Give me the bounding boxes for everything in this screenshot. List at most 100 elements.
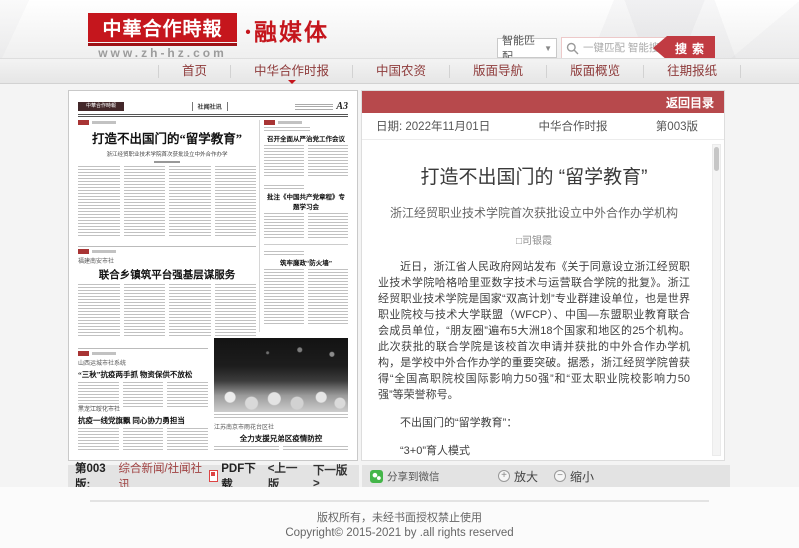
- thumb-bottom2-headline: 抗疫一线党旗飘 同心协力勇担当: [78, 415, 208, 426]
- paper-section-label: 社闻社讯: [192, 102, 228, 111]
- nav-item-past-issues[interactable]: 往期报纸: [644, 65, 741, 78]
- thumb-bottom2-kicker: 黑龙江绥化市社: [78, 404, 208, 413]
- pdf-icon: [209, 470, 218, 482]
- article-byline: □司银霞: [378, 232, 690, 247]
- copyright-notice-en: Copyright© 2015-2021 by .all rights rese…: [0, 527, 799, 539]
- article-body: 打造不出国门的 “留学教育” 浙江经贸职业技术学院首次获批设立中外合作办学机构 …: [362, 140, 724, 460]
- article-paragraph: 近日，浙江省人民政府网站发布《关于同意设立浙江经贸职业技术学院哈格哈里亚数字技术…: [378, 259, 690, 403]
- article-scrollbar[interactable]: [712, 144, 721, 456]
- thumb-lead-subtitle: 浙江经贸职业技术学院首次获批设立中外合作办学: [78, 150, 256, 158]
- sim-kicker: [264, 251, 304, 255]
- thumb-article-photo[interactable]: 江苏南京市雨花台区社 全力支援兄弟区疫情防控: [214, 421, 348, 451]
- thumb-right-headline-1[interactable]: 召开全面从严治党工作会议: [264, 133, 348, 143]
- thumb-article-lead[interactable]: 打造不出国门的“留学教育” 浙江经贸职业技术学院首次获批设立中外合作办学: [78, 120, 256, 236]
- tag-row: [264, 120, 348, 125]
- thumb-lead-headline: 打造不出国门的“留学教育”: [78, 128, 256, 147]
- sim-text-columns: [264, 269, 348, 325]
- sim-text-columns: [78, 166, 256, 236]
- search-button-label: 搜索: [675, 40, 709, 57]
- share-label: 分享到微信: [387, 469, 440, 484]
- issue-date: 日期: 2022年11月01日: [376, 118, 490, 134]
- active-tab-triangle-icon: [288, 80, 296, 88]
- column-divider: [259, 120, 260, 332]
- chevron-down-icon: ▼: [544, 44, 552, 53]
- search-input[interactable]: [583, 42, 664, 54]
- thumb-mid-kicker: 福建南安市社: [78, 256, 256, 265]
- search-icon: [566, 42, 579, 55]
- thumb-photo-caption: [214, 414, 348, 418]
- zoom-out-label: 缩小: [570, 468, 594, 485]
- thumb-bottom1-headline: “三秋”抗疫两手抓 物资保供不放松: [78, 369, 208, 380]
- scrollbar-thumb[interactable]: [714, 147, 719, 171]
- next-page-button[interactable]: 下一版 >: [313, 462, 352, 490]
- sim-kicker: [264, 185, 304, 189]
- site-logo-text: 中華合作時報: [102, 14, 222, 41]
- sim-text-columns: [78, 428, 208, 450]
- article-paragraph: “3+0”育人模式: [378, 443, 690, 459]
- sim-text-columns: [264, 213, 348, 239]
- app-root: 中華合作時報 ·融媒体 www.zh-hz.com 智能匹配 ▼ 搜索 首页: [0, 0, 799, 548]
- tag-row: [78, 249, 256, 254]
- nav-item-zgnz[interactable]: 中国农资: [353, 65, 450, 78]
- search-input-wrap: [561, 37, 669, 58]
- paper-masthead-logo: 中華合作時報: [78, 102, 124, 111]
- newspaper-page-thumbnail[interactable]: 中華合作時報 社闻社讯 A3 打造不出国门的“留学教育” 浙江经贸职业技术学院首…: [68, 90, 358, 461]
- site-logo-suffix: ·融媒体: [244, 13, 329, 47]
- back-to-toc-button[interactable]: 返回目录: [666, 94, 714, 111]
- thumb-lead-byline: [154, 161, 180, 163]
- paper-masthead: 中華合作時報 社闻社讯 A3: [78, 100, 348, 113]
- copyright-notice-cn: 版权所有，未经书面授权禁止使用: [0, 509, 799, 525]
- paper-page-badge: A3: [336, 101, 348, 112]
- zoom-out-button[interactable]: − 缩小: [554, 468, 594, 485]
- site-footer: 版权所有，未经书面授权禁止使用 Copyright© 2015-2021 by …: [0, 487, 799, 548]
- site-url: www.zh-hz.com: [88, 46, 237, 58]
- reader-top-bar: 返回目录: [362, 91, 724, 113]
- reader-meta-row: 日期: 2022年11月01日 中华合作时报 第003版: [362, 113, 724, 140]
- zoom-in-label: 放大: [514, 468, 538, 485]
- thumb-article-bottom2[interactable]: 黑龙江绥化市社 抗疫一线党旗飘 同心协力勇担当: [78, 403, 208, 450]
- article-reader-panel: 返回目录 日期: 2022年11月01日 中华合作时报 第003版 打造不出国门…: [361, 90, 725, 461]
- plus-circle-icon: +: [498, 470, 510, 482]
- sim-text-columns: [214, 446, 348, 451]
- article-subtitle: 浙江经贸职业技术学院首次获批设立中外合作办学机构: [378, 204, 690, 221]
- site-logo: 中華合作時報: [88, 13, 237, 42]
- wechat-icon: [370, 470, 383, 483]
- thumb-photo-kicker: 江苏南京市雨花台区社: [214, 422, 348, 431]
- tag-row: [78, 351, 208, 356]
- thumb-bottom1-kicker: 山西运城市社系统: [78, 358, 208, 367]
- main-nav: 首页 中华合作时报 中国农资 版面导航 版面概览 往期报纸: [0, 58, 799, 84]
- article-title: 打造不出国门的 “留学教育”: [378, 162, 690, 189]
- thumb-article-bottom1[interactable]: 山西运城市社系统 “三秋”抗疫两手抓 物资保供不放松: [78, 348, 208, 408]
- sim-kicker: [264, 127, 310, 131]
- search-mode-select[interactable]: 智能匹配 ▼: [497, 38, 557, 58]
- page-number: 第003版: [656, 118, 698, 134]
- thumb-right-column: 召开全面从严治党工作会议 批注《中国共产党章程》专题学习会 筑牢廉政“防火墙”: [264, 120, 348, 325]
- thumb-news-photo[interactable]: [214, 338, 348, 412]
- nav-item-page-nav[interactable]: 版面导航: [450, 65, 547, 78]
- thumb-right-headline-2[interactable]: 批注《中国共产党章程》专题学习会: [264, 191, 348, 211]
- search-mode-label: 智能匹配: [502, 32, 544, 58]
- zoom-controls: + 放大 − 缩小: [498, 468, 594, 485]
- footer-divider: [90, 500, 709, 502]
- thumb-article-mid[interactable]: 福建南安市社 联合乡镇筑平台强基层谋服务: [78, 246, 256, 338]
- masthead-rule: [78, 114, 348, 117]
- thumb-mid-headline: 联合乡镇筑平台强基层谋服务: [78, 267, 256, 282]
- nav-item-page-overview[interactable]: 版面概览: [547, 65, 644, 78]
- zoom-in-button[interactable]: + 放大: [498, 468, 538, 485]
- page-toolbar: 第003版: 综合新闻/社闻社讯 PDF下载 <上一版 下一版 >: [68, 465, 359, 487]
- site-header: 中華合作時報 ·融媒体 www.zh-hz.com 智能匹配 ▼ 搜索: [0, 0, 799, 58]
- nav-item-home[interactable]: 首页: [158, 65, 231, 78]
- thumb-right-headline-3[interactable]: 筑牢廉政“防火墙”: [264, 257, 348, 267]
- sim-text-columns: [78, 284, 256, 338]
- paper-name: 中华合作时报: [539, 118, 608, 134]
- nav-item-zhhzsb[interactable]: 中华合作时报: [231, 65, 353, 78]
- article-toolbar: 分享到微信 + 放大 − 缩小: [362, 465, 730, 487]
- sim-text-columns: [264, 145, 348, 177]
- minus-circle-icon: −: [554, 470, 566, 482]
- article-paragraph: 不出国门的“留学教育”：: [378, 415, 690, 431]
- share-wechat-button[interactable]: 分享到微信: [370, 469, 440, 484]
- tag-row: [78, 120, 256, 125]
- newspaper-page: 中華合作時報 社闻社讯 A3 打造不出国门的“留学教育” 浙江经贸职业技术学院首…: [78, 100, 348, 451]
- thumb-photo-headline: 全力支援兄弟区疫情防控: [214, 433, 348, 444]
- search-bar: 智能匹配 ▼ 搜索: [497, 36, 715, 58]
